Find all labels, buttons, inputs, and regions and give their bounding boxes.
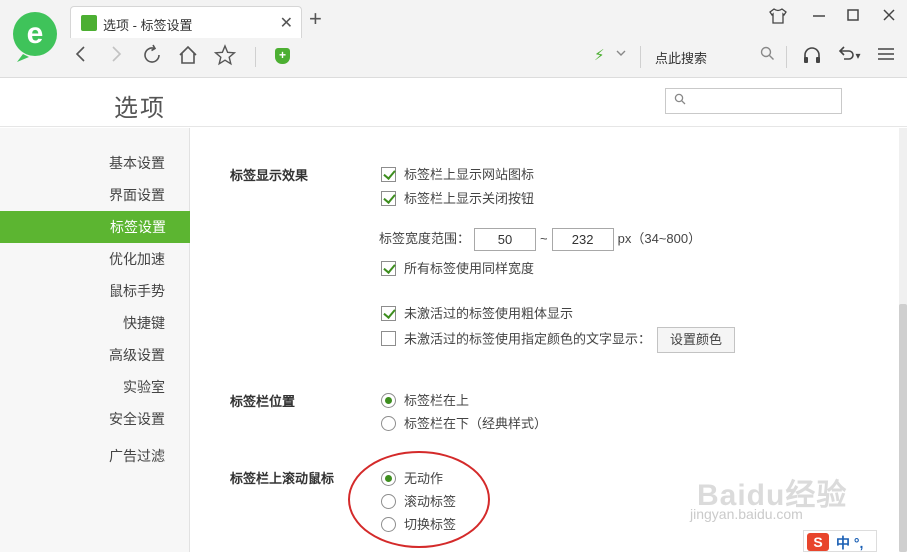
sidebar-item-shortcuts[interactable]: 快捷键 (0, 307, 165, 339)
width-unit: px（34~800） (617, 231, 702, 246)
wrench-icon (81, 15, 97, 31)
browser-logo-icon: e (13, 12, 57, 62)
menu-icon[interactable] (874, 45, 898, 69)
browser-chrome: e 选项 - 标签设置 ✕ + + ⚡ 点此搜索 ▾ (0, 0, 907, 78)
sidebar-item-mouse-gestures[interactable]: 鼠标手势 (0, 275, 165, 307)
address-search-box[interactable]: 点此搜索 (655, 48, 707, 67)
maximize-icon[interactable] (842, 8, 864, 28)
option-show-site-icon[interactable]: 标签栏上显示网站图标 (381, 164, 534, 183)
section-label-display: 标签显示效果 (230, 168, 309, 183)
width-range-label: 标签宽度范围： (379, 231, 471, 246)
option-label: 标签栏在上 (404, 393, 470, 408)
sidebar-item-tabs[interactable]: 标签设置 (0, 211, 190, 243)
chevron-down-icon[interactable] (615, 47, 627, 62)
minimize-icon[interactable] (808, 8, 830, 28)
checkbox-same-width[interactable] (381, 261, 396, 276)
radio-tabbar-bottom[interactable] (381, 416, 396, 431)
sidebar-item-adblock[interactable]: 广告过滤 (0, 440, 165, 472)
width-min-input[interactable]: 50 (474, 228, 537, 252)
search-divider (640, 46, 641, 68)
options-search-box[interactable] (665, 88, 842, 114)
sidebar-item-lab[interactable]: 实验室 (0, 371, 165, 403)
sidebar-item-security[interactable]: 安全设置 (0, 403, 165, 435)
sidebar-item-advanced[interactable]: 高级设置 (0, 339, 165, 371)
settings-sidebar: 基本设置 界面设置 标签设置 优化加速 鼠标手势 快捷键 高级设置 实验室 安全… (0, 128, 190, 552)
checkbox-bold-inactive[interactable] (381, 306, 396, 321)
headphones-icon[interactable] (800, 45, 824, 69)
option-tabbar-bottom[interactable]: 标签栏在下（经典样式） (381, 413, 547, 432)
option-bold-inactive[interactable]: 未激活过的标签使用粗体显示 (381, 303, 573, 322)
option-label: 未激活过的标签使用粗体显示 (404, 306, 574, 321)
scrollbar-thumb[interactable] (899, 304, 907, 552)
option-label: 未激活过的标签使用指定颜色的文字显示： (404, 331, 652, 347)
tab-width-range: 标签宽度范围： 50 ~232 px（34~800） (379, 228, 702, 252)
radio-tabbar-top[interactable] (381, 393, 396, 408)
checkbox-color-inactive[interactable] (381, 331, 396, 347)
annotation-circle (348, 451, 490, 548)
page-title: 选项 (114, 95, 166, 122)
ime-mode-text: 中 °, (836, 535, 864, 551)
star-icon[interactable] (212, 44, 238, 70)
options-search-input[interactable] (690, 92, 838, 110)
search-icon[interactable] (760, 46, 775, 65)
home-icon[interactable] (175, 44, 201, 70)
option-same-width[interactable]: 所有标签使用同样宽度 (381, 258, 534, 277)
sidebar-item-interface[interactable]: 界面设置 (0, 179, 165, 211)
section-label-wheel: 标签栏上滚动鼠标 (230, 471, 335, 486)
skin-icon[interactable] (767, 8, 789, 28)
checkbox-show-close-button[interactable] (381, 191, 396, 206)
tab-title: 选项 - 标签设置 (103, 18, 193, 33)
back-icon[interactable] (68, 44, 94, 70)
ime-toolbar[interactable]: S 中 °, (803, 530, 877, 552)
refresh-icon[interactable] (139, 44, 165, 70)
svg-text:e: e (27, 17, 44, 50)
sidebar-item-basic[interactable]: 基本设置 (0, 147, 165, 179)
option-tabbar-top[interactable]: 标签栏在上 (381, 390, 469, 409)
option-label: 所有标签使用同样宽度 (404, 261, 535, 276)
width-tilde: ~ (540, 231, 548, 246)
close-icon[interactable]: ✕ (280, 13, 293, 33)
width-max-input[interactable]: 232 (551, 228, 614, 252)
window-close-icon[interactable] (878, 8, 900, 28)
sogou-logo-icon: S (807, 533, 829, 551)
shield-plus-icon[interactable]: + (275, 48, 290, 64)
sidebar-item-acceleration[interactable]: 优化加速 (0, 243, 165, 275)
set-color-button[interactable]: 设置颜色 (657, 327, 736, 353)
watermark-url: jingyan.baidu.com (690, 506, 803, 522)
toolbar-divider (255, 47, 256, 67)
section-label-position: 标签栏位置 (230, 394, 296, 409)
option-show-close-button[interactable]: 标签栏上显示关闭按钮 (381, 188, 534, 207)
options-header: 选项 (0, 79, 907, 127)
option-label: 标签栏上显示网站图标 (404, 167, 535, 182)
active-tab[interactable]: 选项 - 标签设置 ✕ (70, 6, 302, 38)
tools-divider (786, 46, 787, 68)
checkbox-show-site-icon[interactable] (381, 167, 396, 182)
option-color-inactive[interactable]: 未激活过的标签使用指定颜色的文字显示： 设置颜色 (381, 327, 736, 353)
undo-dropdown-icon[interactable]: ▾ (852, 45, 864, 69)
option-label: 标签栏在下（经典样式） (404, 416, 548, 431)
lightning-icon[interactable]: ⚡ (594, 46, 605, 64)
search-icon (674, 93, 686, 108)
option-label: 标签栏上显示关闭按钮 (404, 191, 535, 206)
forward-icon[interactable] (103, 44, 129, 70)
new-tab-button[interactable]: + (309, 8, 322, 30)
